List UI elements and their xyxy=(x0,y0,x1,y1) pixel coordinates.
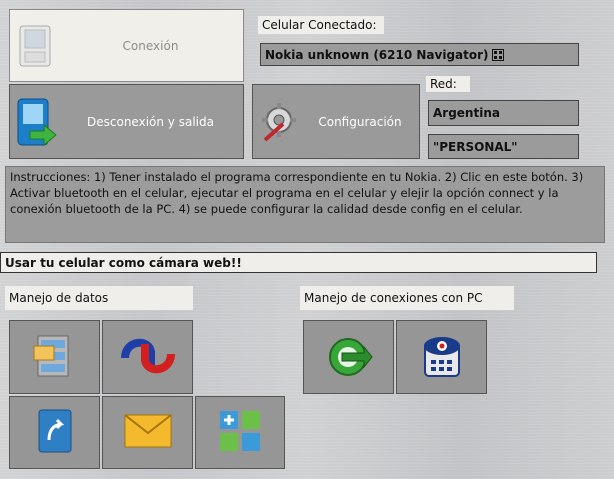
connected-phone-value: Nokia unknown (6210 Navigator) xyxy=(265,47,489,62)
connect-button-label: Conexión xyxy=(122,38,179,53)
apps-icon xyxy=(218,409,262,456)
disconnect-button[interactable]: Desconexión y salida xyxy=(9,84,244,159)
config-button[interactable]: Configuración xyxy=(252,84,420,159)
connected-phone-field: Nokia unknown (6210 Navigator) xyxy=(260,43,579,66)
network-country: Argentina xyxy=(428,100,579,126)
network-label: Red: xyxy=(426,76,470,92)
contacts-button[interactable] xyxy=(9,396,100,469)
file-manager-button[interactable] xyxy=(9,320,100,394)
gear-wrench-icon xyxy=(257,100,301,144)
data-section-label: Manejo de datos xyxy=(5,286,193,310)
messages-button[interactable] xyxy=(102,396,193,469)
contacts-icon xyxy=(35,408,75,457)
disconnect-button-label: Desconexión y salida xyxy=(87,114,214,129)
phone-exit-icon xyxy=(14,98,58,146)
sync-icon xyxy=(120,334,175,381)
webcam-option[interactable]: Usar tu celular como cámara web!! xyxy=(0,252,597,273)
webcam-icon xyxy=(417,332,467,383)
network-operator: "PERSONAL" xyxy=(428,134,579,159)
connect-button[interactable]: Conexión xyxy=(9,9,244,82)
messages-icon xyxy=(123,411,173,454)
file-manager-icon xyxy=(32,332,78,383)
connected-phone-label: Celular Conectado: xyxy=(258,16,384,34)
connection-manager-icon xyxy=(324,333,374,382)
phone-icon xyxy=(14,24,58,68)
apps-button[interactable] xyxy=(195,396,285,469)
instructions-text: Instrucciones: 1) Tener instalado el pro… xyxy=(5,166,605,243)
config-button-label: Configuración xyxy=(318,114,402,129)
connection-manager-button[interactable] xyxy=(303,320,394,394)
sync-button[interactable] xyxy=(102,320,193,394)
connections-section-label: Manejo de conexiones con PC xyxy=(300,286,514,310)
webcam-button[interactable] xyxy=(396,320,487,394)
keypad-icon xyxy=(491,48,504,61)
